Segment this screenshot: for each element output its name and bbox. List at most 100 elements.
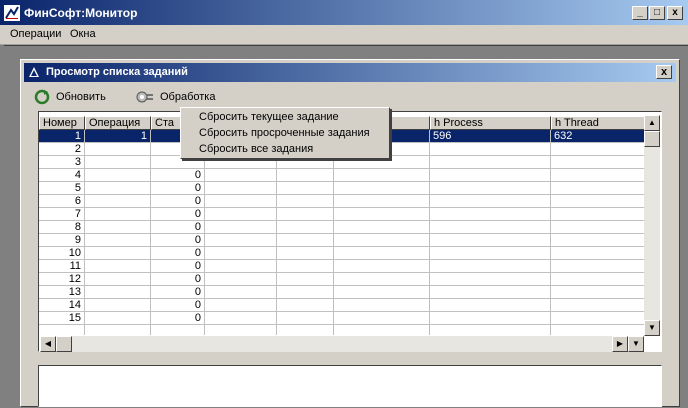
table-cell: [551, 169, 645, 182]
maximize-button[interactable]: □: [649, 6, 665, 20]
child-close-button[interactable]: x: [656, 65, 672, 79]
table-cell: 15: [39, 312, 85, 325]
table-cell: 0: [151, 312, 205, 325]
horizontal-scroll-thumb[interactable]: [56, 336, 72, 352]
table-row[interactable]: 14 0: [39, 299, 645, 312]
table-cell: 11: [39, 260, 85, 273]
table-row[interactable]: 10 0: [39, 247, 645, 260]
refresh-button[interactable]: Обновить: [34, 88, 106, 106]
child-title-bar: Просмотр списка заданий x: [24, 63, 676, 82]
table-cell: [85, 299, 151, 312]
table-cell: [85, 286, 151, 299]
scroll-right-icon[interactable]: ▶: [612, 336, 628, 352]
table-cell: [277, 286, 334, 299]
vertical-scroll-thumb[interactable]: [644, 131, 660, 147]
table-cell: [551, 234, 645, 247]
table-cell: 0: [151, 273, 205, 286]
table-cell: [205, 182, 277, 195]
menu-reset-all[interactable]: Сбросить все задания: [199, 143, 313, 155]
menu-bar: Операции Окна: [0, 25, 688, 45]
table-cell: [430, 260, 551, 273]
table-cell: [551, 260, 645, 273]
menu-operations[interactable]: Операции: [10, 28, 61, 40]
table-cell: [430, 234, 551, 247]
table-row[interactable]: 13 0: [39, 286, 645, 299]
table-cell: [334, 182, 430, 195]
table-cell: [205, 273, 277, 286]
table-cell: [85, 247, 151, 260]
table-cell: [551, 273, 645, 286]
window-triangle-icon: [29, 67, 39, 77]
table-row[interactable]: 70: [39, 208, 645, 221]
horizontal-scrollbar[interactable]: ◀ ▶ ▼: [40, 336, 644, 352]
table-cell: [277, 182, 334, 195]
table-cell: [551, 143, 645, 156]
table-row[interactable]: 40: [39, 169, 645, 182]
table-cell: [205, 208, 277, 221]
table-row[interactable]: 80: [39, 221, 645, 234]
process-button[interactable]: Обработка: [136, 88, 215, 106]
child-title: Просмотр списка заданий: [46, 66, 188, 78]
table-cell: [205, 312, 277, 325]
menu-windows[interactable]: Окна: [70, 28, 96, 40]
table-cell: 0: [151, 234, 205, 247]
table-cell: 1: [39, 130, 85, 143]
table-cell: [277, 234, 334, 247]
scroll-left-icon[interactable]: ◀: [40, 336, 56, 352]
menu-reset-overdue[interactable]: Сбросить просроченные задания: [199, 127, 370, 139]
close-button[interactable]: x: [667, 6, 683, 20]
refresh-icon: [34, 89, 50, 105]
table-cell: [430, 299, 551, 312]
table-row[interactable]: 12 0: [39, 273, 645, 286]
table-row[interactable]: 90: [39, 234, 645, 247]
table-cell: [334, 221, 430, 234]
column-header[interactable]: h Process: [430, 116, 551, 130]
table-cell: 12: [39, 273, 85, 286]
table-row[interactable]: 15 0: [39, 312, 645, 325]
table-cell: [430, 247, 551, 260]
scroll-corner-down-icon[interactable]: ▼: [628, 336, 644, 352]
vertical-scrollbar[interactable]: ▲ ▼: [644, 115, 660, 336]
table-cell: [551, 208, 645, 221]
table-cell: [334, 208, 430, 221]
refresh-label: Обновить: [56, 91, 106, 103]
gear-icon: [136, 91, 153, 103]
table-cell: 0: [151, 286, 205, 299]
menu-reset-current[interactable]: Сбросить текущее задание: [199, 111, 339, 123]
table-cell: [277, 169, 334, 182]
table-cell: [277, 299, 334, 312]
table-cell: 596: [430, 130, 551, 143]
table-cell: [277, 195, 334, 208]
table-cell: [430, 182, 551, 195]
column-header[interactable]: Номер: [39, 116, 85, 130]
table-row[interactable]: 11 0: [39, 260, 645, 273]
table-cell: 7: [39, 208, 85, 221]
app-logo-icon: [4, 5, 20, 21]
table-cell: [430, 143, 551, 156]
scroll-up-icon[interactable]: ▲: [644, 115, 660, 131]
minimize-button[interactable]: _: [632, 6, 648, 20]
table-cell: [85, 169, 151, 182]
scroll-down-icon[interactable]: ▼: [644, 320, 660, 336]
table-cell: [85, 208, 151, 221]
table-cell: [277, 260, 334, 273]
table-cell: [277, 221, 334, 234]
table-row[interactable]: 60: [39, 195, 645, 208]
table-cell: 0: [151, 247, 205, 260]
column-header[interactable]: Операция: [85, 116, 151, 130]
table-cell: [85, 156, 151, 169]
column-header[interactable]: h Thread: [551, 116, 645, 130]
table-cell: 3: [39, 156, 85, 169]
table-cell: [551, 182, 645, 195]
table-cell: [551, 247, 645, 260]
details-memo[interactable]: [38, 365, 662, 407]
table-cell: [430, 156, 551, 169]
table-cell: 13: [39, 286, 85, 299]
table-cell: [551, 299, 645, 312]
table-cell: [205, 195, 277, 208]
table-cell: 8: [39, 221, 85, 234]
table-cell: [277, 247, 334, 260]
table-row[interactable]: 50: [39, 182, 645, 195]
table-cell: [277, 312, 334, 325]
table-cell: 6: [39, 195, 85, 208]
